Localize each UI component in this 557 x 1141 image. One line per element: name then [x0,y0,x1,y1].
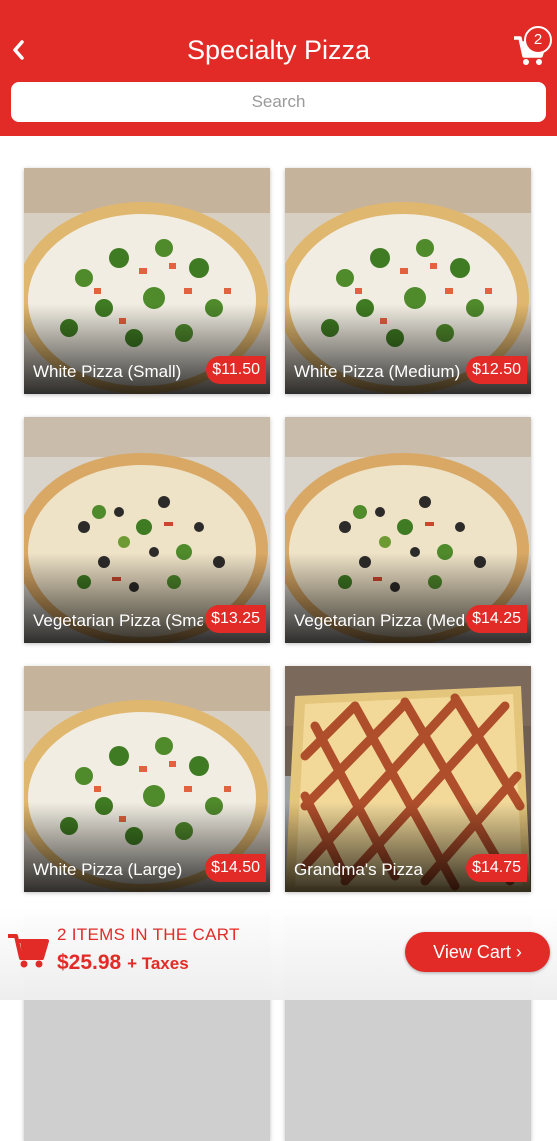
price-badge: $12.50 [466,356,527,384]
price-badge: $14.50 [205,854,266,882]
chevron-right-icon: › [515,942,522,962]
price-badge: $11.50 [206,356,266,384]
product-name: White Pizza (Small) [33,362,182,381]
product-name: Grandma's Pizza [294,860,423,879]
price-badge: $14.75 [466,854,527,882]
cart-icon [8,934,49,968]
product-name: Vegetarian Pizza (Small) [33,611,203,630]
price-badge: $13.25 [205,605,266,633]
cart-items-count: 2 ITEMS IN THE CART [57,925,240,944]
cart-count-badge: 2 [524,26,552,54]
product-card[interactable]: White Pizza (Small) $11.50 [24,168,270,394]
view-cart-label: View Cart [433,942,511,962]
price-badge: $14.25 [466,605,527,633]
product-card[interactable]: Vegetarian Pizza (Medium) $14.25 [285,417,531,643]
search-input[interactable] [11,82,546,122]
cart-total: $25.98 + Taxes [57,951,189,975]
product-card[interactable]: Vegetarian Pizza (Small) $13.25 [24,417,270,643]
product-card[interactable]: White Pizza (Large) $14.50 [24,666,270,892]
cart-total-amount: $25.98 [57,951,122,974]
taxes-label: + Taxes [127,954,189,973]
page-title: Specialty Pizza [186,35,371,65]
view-cart-button[interactable]: View Cart › [405,932,550,972]
product-name: White Pizza (Large) [33,860,183,879]
product-card[interactable]: White Pizza (Medium) $12.50 [285,168,531,394]
product-name: Vegetarian Pizza (Medium) [294,611,464,630]
app-header: Specialty Pizza 2 [0,0,557,136]
product-name: White Pizza (Medium) [294,362,461,381]
product-card[interactable]: Grandma's Pizza $14.75 [285,666,531,892]
